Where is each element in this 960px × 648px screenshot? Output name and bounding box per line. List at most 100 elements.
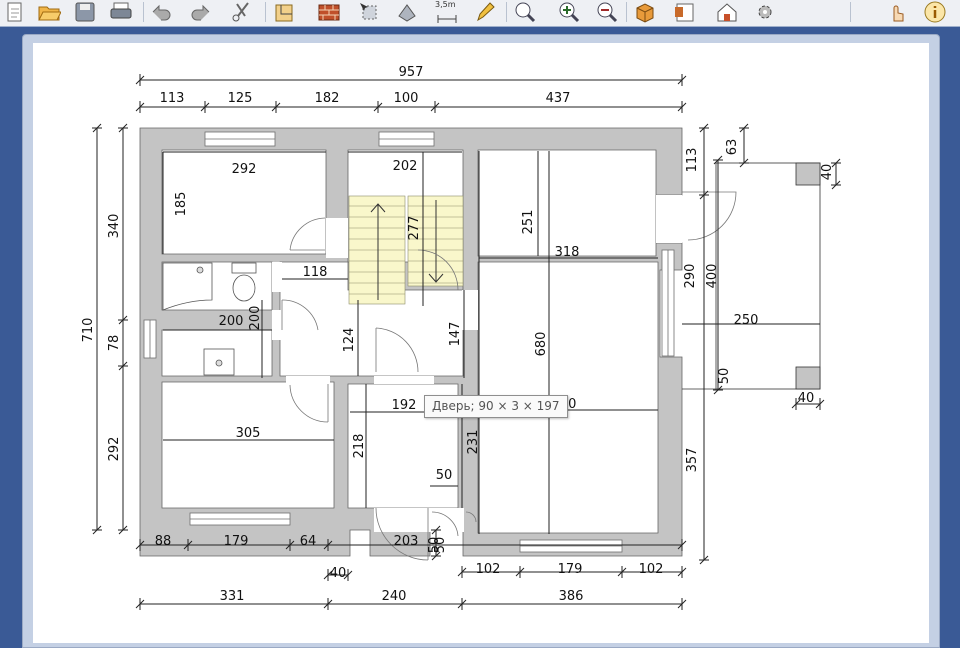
- zoom-out-icon: [597, 2, 618, 23]
- bottom-dimension-label: 40: [330, 566, 347, 581]
- room-dimension-label: 118: [303, 265, 328, 280]
- porch-dimension-label: 400: [705, 264, 720, 289]
- porch-dimension-label: 40: [798, 391, 815, 406]
- print-icon: [110, 2, 132, 19]
- room-dimension-label: 50: [433, 537, 448, 554]
- pencil-text-button[interactable]: [472, 0, 498, 24]
- cut-button[interactable]: [228, 0, 254, 24]
- zoom-in-button[interactable]: [556, 0, 582, 24]
- floor-plan[interactable]: 957 113 125 182 100 437 710 340 78 292 88 179 64 203 5…: [33, 43, 929, 643]
- bottom-total-label: 331: [220, 589, 245, 604]
- porch-dimension-label: 63: [725, 139, 740, 156]
- room-dimension-label: 292: [232, 162, 257, 177]
- top-dimension-label: 182: [315, 91, 340, 106]
- hand-pointer-icon: [893, 5, 904, 22]
- right-dimension-label: 113: [685, 148, 700, 173]
- open-folder-icon: [38, 6, 61, 21]
- select-mode-icon: [360, 3, 377, 20]
- 3d-view-icon: [636, 3, 654, 23]
- room-dimension-label: 147: [448, 322, 463, 347]
- door-tooltip: Дверь; 90 × 3 × 197: [424, 395, 568, 418]
- room-dimension-label: 124: [342, 328, 357, 353]
- bottom-total-label: 240: [382, 589, 407, 604]
- new-plan-button[interactable]: [2, 0, 28, 24]
- pan-button[interactable]: [394, 0, 420, 24]
- room-dimension-label: 192: [392, 398, 417, 413]
- bottom-dimension-label: 88: [155, 534, 172, 549]
- bottom-dimension-label: 102: [476, 562, 501, 577]
- undo-button[interactable]: [148, 0, 174, 24]
- left-dimension-label: 340: [107, 214, 122, 239]
- windows: [143, 131, 675, 553]
- plan-create-rooms-button[interactable]: [272, 0, 298, 24]
- open-folder-button[interactable]: [36, 0, 62, 24]
- porch-dimension-label: 50: [717, 368, 732, 385]
- undo-icon: [152, 4, 171, 21]
- save-icon: [75, 2, 95, 22]
- zoom-out-button[interactable]: [594, 0, 620, 24]
- toolbar-separator: [143, 2, 144, 22]
- house-plugin-button[interactable]: [714, 0, 740, 24]
- room-dimension-label: 185: [174, 192, 189, 217]
- left-total-label: 710: [81, 318, 96, 343]
- porch-dimension-label: 40: [820, 164, 835, 181]
- create-walls-icon: [318, 4, 340, 21]
- bottom-dimension-label: 102: [639, 562, 664, 577]
- room-dimension-label: 305: [236, 426, 261, 441]
- left-dimension-label: 78: [107, 335, 122, 352]
- top-dimension-label: 100: [394, 91, 419, 106]
- main-toolbar: 3,5m: [0, 0, 960, 27]
- furniture-catalog-button[interactable]: [672, 0, 698, 24]
- room-dimension-label: 218: [352, 434, 367, 459]
- house-plugin-icon: [717, 3, 737, 22]
- hand-pointer-button[interactable]: [884, 0, 910, 24]
- room-dimension-label: 200: [219, 314, 244, 329]
- bottom-dimension-label: 203: [394, 534, 419, 549]
- bottom-dimension-label: 64: [300, 534, 317, 549]
- zoom-in-icon: [559, 2, 580, 23]
- room-dimension-label: 231: [466, 430, 481, 455]
- left-dimension-label: 292: [107, 437, 122, 462]
- settings-gear-icon: [758, 5, 772, 19]
- info-icon: [924, 1, 946, 23]
- porch-dimension-label: 250: [734, 313, 759, 328]
- toolbar-separator: [265, 2, 266, 22]
- room-dimension-label: 50: [436, 468, 453, 483]
- toolbar-separator: [506, 2, 507, 22]
- save-button[interactable]: [72, 0, 98, 24]
- bottom-total-label: 386: [559, 589, 584, 604]
- room-dimension-lines: [162, 151, 820, 534]
- plan-create-rooms-icon: [275, 4, 293, 22]
- top-dimension-label: 113: [160, 91, 185, 106]
- room-dimension-label: 318: [555, 245, 580, 260]
- toolbar-separator: [850, 2, 851, 22]
- bottom-dimension-label: 179: [558, 562, 583, 577]
- room-dimension-label: 680: [534, 332, 549, 357]
- right-dimension-label: 357: [685, 448, 700, 473]
- porch-dimension-label: 290: [683, 264, 698, 289]
- pan-icon: [398, 4, 416, 22]
- room-dimension-label: 200: [248, 306, 263, 331]
- room-dimension-label: 202: [393, 159, 418, 174]
- room-dimension-label: 277: [407, 216, 422, 241]
- zoom-fit-icon: [515, 2, 536, 23]
- 3d-view-button[interactable]: [632, 0, 658, 24]
- plan-canvas[interactable]: 957 113 125 182 100 437 710 340 78 292 88 179 64 203 5…: [33, 43, 929, 643]
- new-plan-icon: [7, 2, 22, 22]
- top-dimension-label: 437: [546, 91, 571, 106]
- create-walls-button[interactable]: [316, 0, 342, 24]
- zoom-fit-button[interactable]: [512, 0, 538, 24]
- pencil-text-icon: [477, 2, 495, 22]
- redo-button[interactable]: [188, 0, 214, 24]
- redo-icon: [191, 4, 210, 21]
- walls: [139, 127, 683, 557]
- settings-gear-button[interactable]: [752, 0, 778, 24]
- bottom-dimension-label: 179: [224, 534, 249, 549]
- info-button[interactable]: [922, 0, 948, 24]
- toolbar-separator: [626, 2, 627, 22]
- cut-icon: [232, 2, 249, 22]
- total-width-label: 957: [399, 65, 424, 80]
- print-button[interactable]: [108, 0, 134, 24]
- furniture-catalog-icon: [675, 3, 694, 22]
- select-mode-button[interactable]: [356, 0, 382, 24]
